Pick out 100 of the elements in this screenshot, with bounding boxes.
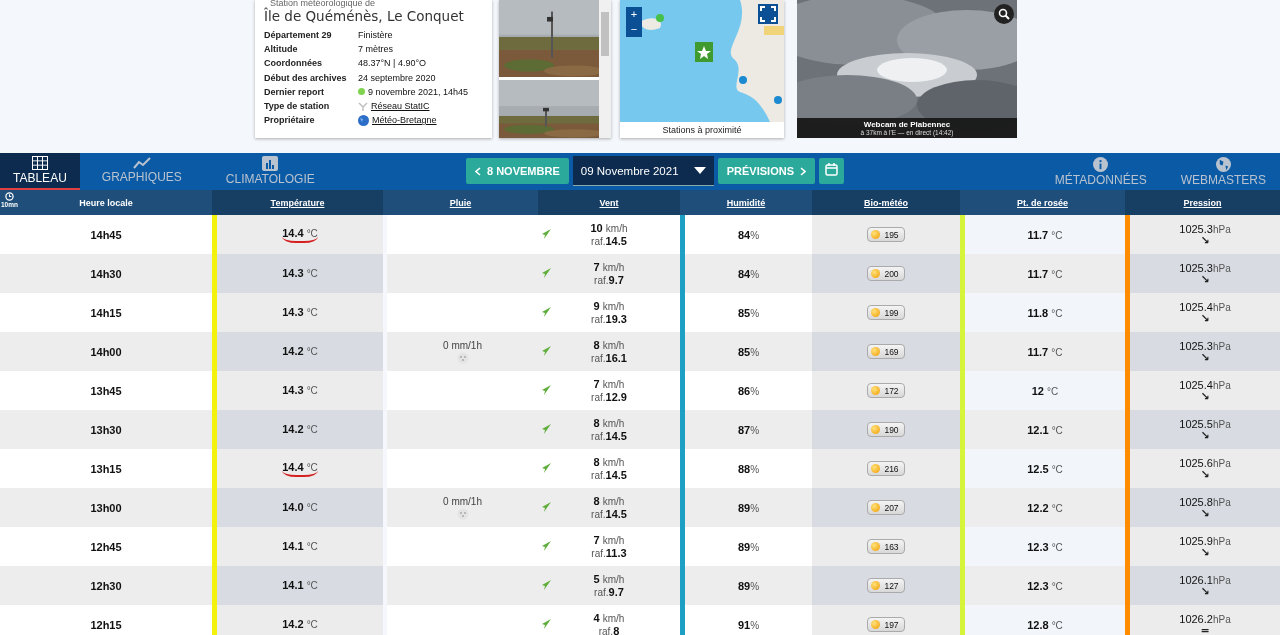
wind-arrow-icon xyxy=(540,345,552,357)
line-chart-icon xyxy=(132,157,151,169)
map-caption: Stations à proximité xyxy=(661,124,743,137)
wind-arrow-icon xyxy=(540,540,552,552)
rain-value: 0 mm/1h xyxy=(443,495,482,508)
pressure-value: 1025.4hPa xyxy=(1179,301,1231,314)
nav-tab[interactable]: TABLEAU xyxy=(0,153,80,190)
column-header[interactable]: Pt. de rosée xyxy=(960,190,1125,215)
info-label: Coordonnées xyxy=(264,57,323,71)
pressure-value: 1026.2hPa xyxy=(1179,613,1231,626)
wind-speed: 7 km/h xyxy=(593,260,625,274)
time-cell: 14h00 xyxy=(90,345,122,358)
bio-weather-badge: 199 xyxy=(867,305,905,320)
rain-icon xyxy=(456,351,469,364)
wind-gust: raf.11.3 xyxy=(591,546,627,560)
wind-gust: raf.14.5 xyxy=(591,234,627,248)
humidity-value: 85% xyxy=(737,306,760,319)
info-label: Début des archives xyxy=(264,71,348,85)
wind-gust: raf.14.5 xyxy=(591,507,627,521)
pressure-value: 1025.4hPa xyxy=(1179,379,1231,392)
column-header[interactable]: Pluie xyxy=(383,190,538,215)
temperature-value: 14.3 °C xyxy=(282,266,318,281)
antenna-icon xyxy=(358,101,368,111)
humidity-value: 89% xyxy=(737,501,760,514)
fullscreen-button[interactable] xyxy=(758,4,778,24)
bio-weather-badge: 207 xyxy=(867,500,905,515)
station-kicker: Station météorologique de xyxy=(270,0,377,8)
webcam-title: Webcam de Plabennec xyxy=(862,120,952,129)
humidity-value: 86% xyxy=(737,384,760,397)
wind-arrow-icon xyxy=(540,384,552,396)
wind-arrow-icon xyxy=(540,462,552,474)
bio-weather-badge: 127 xyxy=(867,578,905,593)
bio-weather-badge: 197 xyxy=(867,617,905,632)
wind-speed: 10 km/h xyxy=(590,221,628,235)
nav-tab[interactable]: GRAPHIQUES xyxy=(79,153,204,190)
dew-point-value: 12.2 °C xyxy=(1027,501,1063,514)
dew-point-value: 11.8 °C xyxy=(1027,306,1063,319)
dew-point-value: 12.5 °C xyxy=(1027,462,1063,475)
info-label: Dernier report xyxy=(264,85,326,99)
time-cell: 13h30 xyxy=(90,423,122,436)
column-header[interactable]: Pression xyxy=(1125,190,1280,215)
wind-speed: 8 km/h xyxy=(593,416,625,430)
temperature-value: 14.3 °C xyxy=(282,383,318,398)
time-cell: 12h15 xyxy=(90,618,122,631)
caret-icon xyxy=(693,167,706,174)
wind-gust: raf.9.7 xyxy=(594,273,624,287)
bio-weather-badge: 190 xyxy=(867,422,905,437)
nav-link[interactable]: WEBMASTERS xyxy=(1174,153,1272,190)
time-cell: 12h30 xyxy=(90,579,122,592)
column-header[interactable]: Température xyxy=(212,190,383,215)
pressure-trend: = xyxy=(1200,626,1210,635)
pressure-trend: ↘ xyxy=(1200,548,1210,558)
wind-arrow-icon xyxy=(540,228,552,240)
clock-icon xyxy=(5,192,14,201)
temperature-value: 14.2 °C xyxy=(282,617,318,632)
pressure-value: 1025.3hPa xyxy=(1179,262,1231,275)
calendar-button[interactable] xyxy=(819,158,844,184)
column-header[interactable]: Humidité xyxy=(680,190,812,215)
pressure-value: 1025.3hPa xyxy=(1179,340,1231,353)
column-header[interactable]: Vent xyxy=(538,190,680,215)
wind-gust: raf.8 xyxy=(598,624,620,635)
temperature-value: 14.3 °C xyxy=(282,305,318,320)
time-cell: 13h15 xyxy=(90,462,122,475)
column-header[interactable]: Bio-météo xyxy=(812,190,960,215)
humidity-value: 89% xyxy=(737,540,760,553)
pressure-value: 1025.8hPa xyxy=(1179,496,1231,509)
info-label: Type de station xyxy=(264,100,331,113)
bio-weather-badge: 163 xyxy=(867,539,905,554)
pressure-trend: ↘ xyxy=(1200,431,1210,441)
info-value: 24 septembre 2020 xyxy=(358,71,436,85)
dew-point-value: 12.3 °C xyxy=(1027,579,1063,592)
wind-arrow-icon xyxy=(540,423,552,435)
date-select[interactable]: 09 Novembre 2021 xyxy=(572,156,714,186)
wind-speed: 8 km/h xyxy=(593,338,625,352)
pressure-value: 1026.1hPa xyxy=(1179,574,1231,587)
wind-gust: raf.12.9 xyxy=(591,390,627,404)
dew-point-value: 12.1 °C xyxy=(1027,423,1063,436)
wind-speed: 7 km/h xyxy=(593,533,625,547)
temperature-value: 14.0 °C xyxy=(282,500,318,515)
time-cell: 13h00 xyxy=(90,501,122,514)
pressure-trend: ↘ xyxy=(1200,392,1210,402)
time-cell: 13h45 xyxy=(90,384,122,397)
bio-weather-badge: 216 xyxy=(867,461,905,476)
pressure-value: 1025.5hPa xyxy=(1179,418,1231,431)
temperature-value: 14.1 °C xyxy=(282,578,318,593)
info-label: Département 29 xyxy=(264,29,333,42)
dew-point-value: 12.8 °C xyxy=(1027,618,1063,631)
nav-tab[interactable]: CLIMATOLOGIE xyxy=(203,153,337,190)
dew-point-value: 12.3 °C xyxy=(1027,540,1063,553)
time-cell: 12h45 xyxy=(90,540,122,553)
bio-weather-badge: 172 xyxy=(867,383,905,398)
temperature-value: 14.1 °C xyxy=(282,539,318,554)
info-link[interactable]: Météo-Bretagne xyxy=(372,113,437,128)
nav-link[interactable]: MÉTADONNÉES xyxy=(1048,153,1153,190)
pressure-value: 1025.6hPa xyxy=(1179,457,1231,470)
info-value: Finistère xyxy=(358,29,393,42)
wind-speed: 7 km/h xyxy=(593,377,625,391)
scrollbar[interactable] xyxy=(599,0,611,138)
info-link[interactable]: Réseau StatIC xyxy=(371,99,430,114)
pressure-trend: ↘ xyxy=(1200,587,1210,597)
